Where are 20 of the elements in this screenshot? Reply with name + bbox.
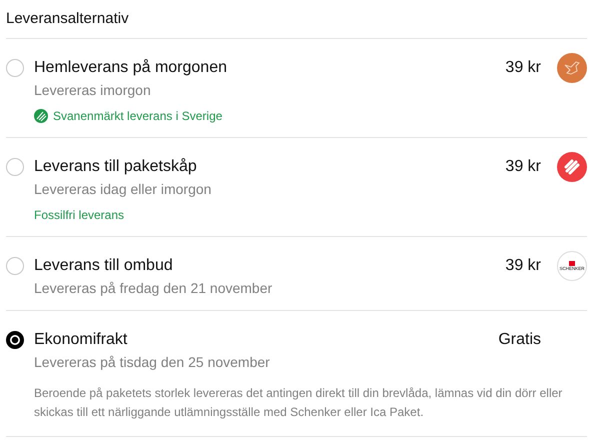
option-title: Leverans till paketskåp [34, 158, 198, 176]
delivery-date: Levereras på fredag den 21 november [34, 280, 274, 296]
delivery-date: Levereras imorgon [34, 82, 152, 98]
stripes-logo-icon [557, 152, 587, 182]
delivery-date: Levereras idag eller imorgon [34, 181, 212, 197]
option-price: 39 kr [504, 59, 541, 77]
option-title: Hemleverans på morgonen [34, 59, 228, 77]
option-price: 39 kr [504, 257, 541, 275]
eco-label: Svanenmärkt leverans i Sverige [53, 109, 222, 123]
eco-label: Fossilfri leverans [34, 208, 124, 222]
option-price: Gratis [497, 331, 541, 349]
option-title: Leverans till ombud [34, 257, 174, 275]
swan-label-icon [34, 109, 48, 123]
option-price: 39 kr [504, 158, 541, 176]
delivery-date: Levereras på tisdag den 25 november [34, 354, 271, 370]
option-description: Beroende på paketets storlek levereras det antingen direkt till din brevlåda, lämnas vid din dörr eller skickas till ett närliggande utlämningsställe med Schenker eller Ica Paket. [34, 385, 564, 421]
radio-button[interactable] [6, 331, 24, 349]
section-heading: Leveransalternativ [6, 0, 587, 39]
bird-logo-icon [557, 53, 587, 83]
option-title: Ekonomifrakt [34, 331, 128, 349]
